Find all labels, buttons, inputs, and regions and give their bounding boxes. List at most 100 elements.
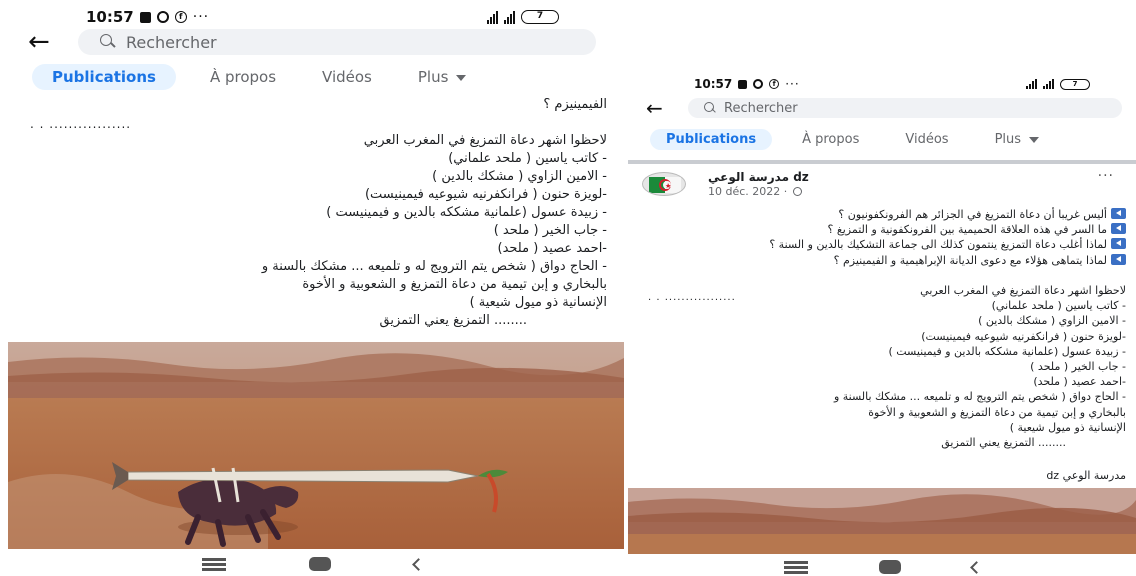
profile-tabs: Publications À propos Vidéos Plus [650, 129, 1085, 150]
post-signature: مدرسة الوعي dz [1046, 469, 1126, 482]
tab-plus[interactable]: Plus [418, 68, 467, 86]
ring-icon [753, 79, 764, 89]
tab-plus[interactable]: Plus [994, 132, 1040, 147]
arrow-bullet-icon [1111, 223, 1126, 235]
signal-icon [487, 10, 498, 24]
phone-screen-left: 10:57 f ··· 7 ← Rechercher Publications … [0, 0, 625, 576]
back-icon[interactable] [412, 557, 426, 571]
home-icon[interactable] [878, 560, 901, 574]
post-line: - زبيدة عسول (علمانية مشككه بالدين و فيم… [326, 205, 607, 220]
post-image-painting[interactable] [8, 342, 624, 549]
post-text: الفيمينيزم ؟ لاحظوا اشهر دعاة التمزيغ في… [7, 96, 607, 330]
caret-down-icon [456, 74, 467, 81]
question-text: لماذا أغلب دعاة التمزيغ ينتمون كذلك الى … [769, 238, 1107, 252]
question-text: ما السر في هذه العلاقة الحميمية بين الفر… [827, 223, 1107, 237]
post-line: لاحظوا اشهر دعاة التمزيغ في المغرب العرب… [363, 133, 607, 148]
post-line: الفيمينيزم ؟ [543, 97, 607, 112]
signal-icon [1026, 79, 1037, 89]
post-line: - الامين الزاوي ( مشكك بالدين ) [432, 169, 607, 184]
post-image-painting[interactable] [628, 488, 1136, 554]
search-icon [100, 34, 116, 50]
post-line: الإنسانية ذو ميول شيعية ) [469, 295, 607, 310]
tab-publications[interactable]: Publications [650, 129, 773, 150]
tab-videos[interactable]: Vidéos [322, 68, 372, 86]
tab-plus-label: Plus [417, 68, 449, 86]
search-input[interactable]: Rechercher [78, 29, 596, 55]
post-line: ما السر في هذه العلاقة الحميمية بين الفر… [636, 222, 1126, 237]
post-date: 10 déc. 2022 · [708, 185, 802, 198]
caret-down-icon [1029, 136, 1040, 143]
more-icon[interactable]: ··· [1098, 168, 1114, 184]
signal-icon-2 [504, 10, 515, 24]
status-time: 10:57 [694, 77, 733, 91]
search-placeholder: Rechercher [126, 32, 217, 52]
post-line: - الحاج دواق ( شخص يتم الترويج له و تلمي… [261, 259, 607, 274]
back-arrow-icon[interactable]: ← [28, 27, 78, 57]
status-time: 10:57 [86, 8, 134, 26]
post-line: ........ التمزيغ يعني التمزيق [941, 436, 1066, 450]
search-placeholder: Rechercher [724, 100, 798, 116]
tab-a-propos[interactable]: À propos [210, 68, 276, 86]
arrow-bullet-icon [1111, 238, 1126, 250]
facebook-icon: f [174, 11, 187, 23]
post-line: ........ التمزيغ يعني التمزيق [379, 313, 527, 328]
post-text: أليس غريبا أن دعاة التمزيغ في الجزائر هم… [636, 207, 1126, 450]
post-line: بالبخاري و إبن تيمية من دعاة التمزيغ و ا… [302, 277, 607, 292]
dots-line: . . ................. [30, 117, 132, 131]
search-icon [704, 102, 716, 114]
globe-icon [792, 187, 802, 196]
tab-videos[interactable]: Vidéos [905, 132, 948, 147]
arrow-bullet-icon [1111, 208, 1126, 219]
post-line: أليس غريبا أن دعاة التمزيغ في الجزائر هم… [636, 207, 1126, 222]
post-line: بالبخاري و إبن تيمية من دعاة التمزيغ و ا… [868, 405, 1126, 419]
post-line: - الحاج دواق ( شخص يتم الترويج له و تلمي… [833, 390, 1126, 404]
battery-icon: 7 [521, 10, 559, 24]
post-line: - جاب الخير ( ملحد ) [493, 223, 607, 238]
post-line: -احمد عصيد ( ملحد) [1033, 375, 1126, 389]
post-line: -لويزة حنون ( فرانكفرنيه شيوعيه فيمينيست… [921, 329, 1126, 343]
menu-icon[interactable] [783, 565, 808, 569]
post-line: - زبيدة عسول (علمانية مشككه بالدين و فيم… [888, 344, 1126, 358]
back-icon[interactable] [969, 560, 983, 574]
status-bar: 10:57 f ··· 7 [628, 75, 1136, 93]
post-author[interactable]: مدرسة الوعي dz [708, 170, 809, 184]
post-header: مدرسة الوعي dz 10 déc. 2022 · ··· [642, 168, 1122, 204]
question-text: لماذا يتماهى هؤلاء مع دعوى الديانة الإبر… [833, 253, 1107, 267]
home-icon[interactable] [308, 557, 331, 571]
battery-icon: 7 [1060, 78, 1090, 90]
post-line: - كاتب ياسين ( ملحد علماني) [448, 151, 607, 166]
search-input[interactable]: Rechercher [688, 98, 1122, 118]
android-nav-bar [0, 556, 625, 572]
divider [628, 160, 1136, 164]
search-row: ← Rechercher [28, 27, 596, 57]
more-notifications-icon: ··· [785, 77, 800, 91]
back-arrow-icon[interactable]: ← [646, 96, 688, 120]
post-line: -احمد عصيد ( ملحد) [497, 241, 607, 256]
post-line: - جاب الخير ( ملحد ) [1030, 360, 1126, 374]
tab-a-propos[interactable]: À propos [802, 132, 859, 147]
avatar[interactable] [642, 172, 686, 196]
profile-tabs: Publications À propos Vidéos Plus [32, 64, 512, 90]
dots-line: . . ................. [648, 292, 736, 303]
post-line: الإنسانية ذو ميول شيعية ) [1009, 420, 1126, 434]
status-bar: 10:57 f ··· 7 [0, 6, 625, 28]
question-text: أليس غريبا أن دعاة التمزيغ في الجزائر هم… [838, 208, 1107, 221]
menu-icon[interactable] [201, 562, 226, 566]
facebook-icon: f [769, 79, 780, 89]
notification-icon [139, 11, 151, 23]
post-line: لماذا يتماهى هؤلاء مع دعوى الديانة الإبر… [636, 253, 1126, 268]
tab-plus-label: Plus [994, 132, 1022, 147]
post-line: لماذا أغلب دعاة التمزيغ ينتمون كذلك الى … [636, 237, 1126, 252]
ring-icon [156, 11, 169, 23]
post-date-text: 10 déc. 2022 · [708, 185, 791, 198]
arrow-bullet-icon [1111, 253, 1126, 265]
post-line: -لويزة حنون ( فرانكفرنيه شيوعيه فيمينيست… [364, 187, 607, 202]
phone-screen-right: 10:57 f ··· 7 ← Rechercher Publications … [628, 0, 1136, 576]
search-row: ← Rechercher [646, 96, 1122, 120]
more-notifications-icon: ··· [192, 9, 210, 25]
post-line: - الامين الزاوي ( مشكك بالدين ) [978, 314, 1126, 328]
tab-publications[interactable]: Publications [32, 64, 176, 90]
notification-icon [738, 79, 748, 89]
android-nav-bar [628, 560, 1136, 574]
signal-icon-2 [1043, 79, 1054, 89]
